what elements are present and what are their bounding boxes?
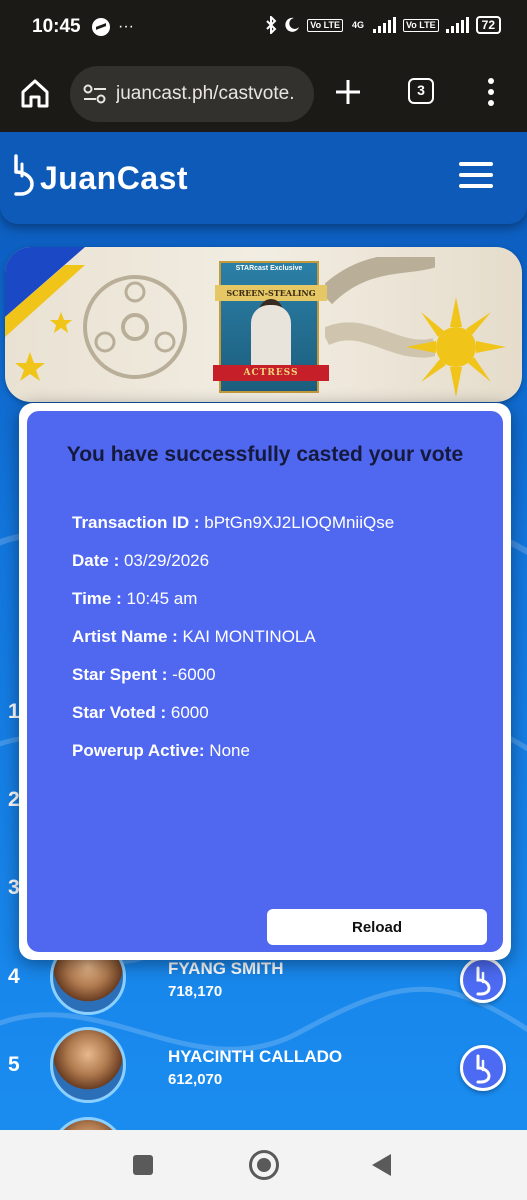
sun-decoration [406, 297, 506, 397]
bluetooth-icon [266, 16, 277, 34]
reload-button[interactable]: Reload [267, 909, 487, 945]
rank-number: 1 [8, 700, 20, 723]
battery-indicator: 72 [475, 16, 501, 34]
artist-avatar[interactable] [50, 1027, 126, 1103]
poster-subtitle: ACTRESS [213, 365, 329, 381]
url-text: juancast.ph/castvote. [116, 83, 295, 104]
address-bar[interactable]: juancast.ph/castvote. [70, 66, 314, 122]
detail-label: Artist Name : [72, 627, 183, 646]
do-not-disturb-moon-icon [285, 17, 300, 32]
artist-name: FYANG SMITH [168, 959, 284, 978]
artist-votes: 612,070 [168, 1071, 223, 1088]
film-reel-decoration [83, 275, 187, 379]
rank-number: 5 [8, 1053, 20, 1076]
signal-strength-1-icon [372, 17, 396, 33]
recent-apps-icon[interactable] [133, 1155, 153, 1175]
date-row: Date : 03/29/2026 [72, 551, 209, 571]
artist-name: HYACINTH CALLADO [168, 1047, 343, 1066]
network-4g-badge: 4G [351, 19, 364, 30]
detail-value: 6000 [170, 703, 209, 722]
volte-badge-2: Vo LTE [402, 18, 439, 32]
vote-logo-icon [476, 1054, 491, 1084]
detail-value: -6000 [172, 665, 216, 684]
browser-menu-icon[interactable] [486, 78, 496, 108]
transaction-id-row: Transaction ID : bPtGn9XJ2LIOQMniiQse [72, 513, 394, 533]
ranking-row[interactable]: 5 HYACINTH CALLADO 612,070 [0, 1025, 527, 1105]
vote-confirmation-modal: You have successfully casted your vote T… [19, 403, 511, 960]
system-navigation-bar [0, 1130, 527, 1200]
detail-label: Powerup Active: [72, 741, 210, 760]
back-triangle-icon[interactable] [372, 1154, 391, 1176]
detail-value: 03/29/2026 [123, 551, 210, 570]
site-settings-icon[interactable] [82, 84, 108, 104]
vote-button[interactable] [460, 957, 506, 1003]
juancast-logo-icon[interactable] [12, 154, 36, 196]
detail-label: Time : [72, 589, 127, 608]
artist-name-row: Artist Name : KAI MONTINOLA [72, 627, 316, 647]
detail-value: 10:45 am [126, 589, 198, 608]
brand-logo-text[interactable]: JuanCast [40, 160, 188, 197]
status-bar: 10:45 ··· Vo LTE 4G Vo LTE 72 [0, 0, 527, 58]
more-notifications-icon: ··· [118, 18, 134, 35]
site-header: JuanCast [0, 132, 527, 224]
detail-value: KAI MONTINOLA [182, 627, 316, 646]
detail-label: Star Spent : [72, 665, 173, 684]
browser-toolbar: juancast.ph/castvote. 3 [0, 58, 527, 132]
home-icon[interactable] [20, 78, 50, 108]
powerup-active-row: Powerup Active: None [72, 741, 250, 761]
artist-votes: 718,170 [168, 983, 223, 1000]
messenger-icon [92, 18, 110, 36]
detail-value: bPtGn9XJ2LIOQMniiQse [204, 513, 395, 532]
detail-label: Star Voted : [72, 703, 171, 722]
tab-switcher-button[interactable]: 3 [408, 78, 434, 104]
promo-banner[interactable]: STARcast Exclusive SCREEN-STEALING ACTRE… [5, 247, 522, 402]
hamburger-menu-icon[interactable] [459, 162, 493, 190]
status-time: 10:45 [32, 16, 81, 37]
vote-button[interactable] [460, 1045, 506, 1091]
home-circle-icon[interactable] [249, 1150, 279, 1180]
vote-logo-icon [476, 966, 491, 996]
poster-tag: STARcast Exclusive [235, 265, 303, 272]
modal-panel: You have successfully casted your vote T… [27, 411, 503, 952]
award-poster[interactable]: STARcast Exclusive SCREEN-STEALING ACTRE… [213, 261, 329, 393]
detail-label: Transaction ID : [72, 513, 205, 532]
time-row: Time : 10:45 am [72, 589, 197, 609]
detail-label: Date : [72, 551, 124, 570]
modal-title: You have successfully casted your vote [66, 443, 464, 466]
notification-icons: ··· [92, 18, 134, 36]
signal-strength-2-icon [445, 17, 469, 33]
detail-value: None [209, 741, 250, 760]
rank-number: 4 [8, 965, 20, 988]
rank-number: 2 [8, 788, 20, 811]
system-icons: Vo LTE 4G Vo LTE 72 [265, 16, 501, 34]
star-voted-row: Star Voted : 6000 [72, 703, 209, 723]
star-spent-row: Star Spent : -6000 [72, 665, 216, 685]
new-tab-plus-icon[interactable] [332, 76, 364, 108]
rank-number: 3 [8, 876, 20, 899]
volte-badge-1: Vo LTE [307, 18, 343, 32]
